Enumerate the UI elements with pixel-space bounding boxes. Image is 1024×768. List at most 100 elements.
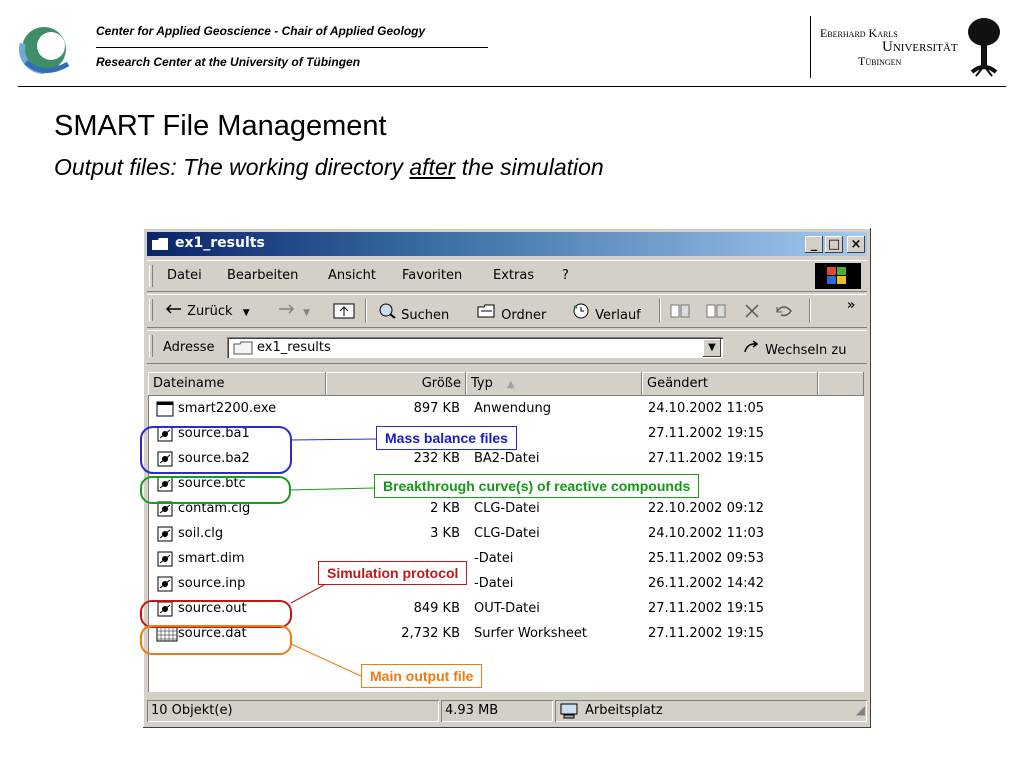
file-name: contam.clg: [178, 501, 251, 516]
toolbar-separator: [365, 299, 367, 323]
copy-to-icon: [706, 304, 726, 318]
column-header-name[interactable]: Dateiname: [148, 372, 326, 396]
file-name: soil.clg: [178, 526, 224, 541]
search-button[interactable]: Suchen: [377, 303, 449, 323]
file-name: source.dat: [178, 626, 247, 641]
file-row[interactable]: smart.dim -Datei 25.11.2002 09:53: [148, 547, 864, 572]
column-header-empty[interactable]: [818, 372, 864, 396]
grid-icon: [156, 626, 178, 642]
subtitle-emphasis: after: [409, 154, 456, 180]
delete-icon: [745, 304, 759, 318]
search-icon: [379, 303, 396, 319]
minimize-button[interactable]: _: [805, 236, 823, 253]
menu-extras[interactable]: Extras: [493, 268, 534, 283]
address-gripper[interactable]: [149, 335, 153, 357]
column-header-type-label: Typ: [471, 376, 493, 391]
history-icon: [573, 303, 589, 319]
file-list: Dateiname Größe Typ ▲ Geändert smart2200…: [148, 372, 864, 692]
file-size: 2,732 KB: [401, 626, 460, 641]
toolbar-overflow-button[interactable]: »: [847, 298, 855, 313]
folder-icon: [152, 238, 168, 250]
sort-ascending-icon: ▲: [507, 379, 515, 390]
menu-ansicht[interactable]: Ansicht: [328, 268, 376, 283]
doc-icon: [156, 526, 174, 542]
file-row[interactable]: source.ba2 232 KB BA2-Datei 27.11.2002 19:1…: [148, 447, 864, 472]
chevron-down-icon: ▼: [242, 308, 250, 318]
forward-button[interactable]: ▼: [277, 303, 310, 319]
copy-to-button[interactable]: [705, 303, 727, 323]
file-row[interactable]: smart2200.exe 897 KB Anwendung 24.10.2002 1…: [148, 397, 864, 422]
status-location: Arbeitsplatz: [585, 703, 663, 718]
institution-line-1: Center for Applied Geoscience - Chair of…: [96, 24, 426, 38]
resize-grip-icon[interactable]: ◢: [856, 703, 865, 717]
mass-balance-callout: Mass balance files: [376, 426, 517, 450]
doc-icon: [156, 551, 174, 567]
undo-button[interactable]: [773, 303, 795, 323]
folders-button[interactable]: Ordner: [477, 303, 546, 323]
chevron-down-icon: ▼: [303, 308, 311, 318]
file-modified: 26.11.2002 14:42: [648, 576, 765, 591]
file-name: source.inp: [178, 576, 246, 591]
go-label: Wechseln zu: [765, 343, 847, 358]
header-underline: [96, 47, 488, 48]
university-line-1: Eberhard Karls: [820, 26, 898, 40]
palm-tree-logo: [968, 18, 1000, 77]
file-type: -Datei: [474, 551, 514, 566]
go-button[interactable]: Wechseln zu: [743, 340, 846, 358]
file-row[interactable]: source.dat 2,732 KB Surfer Worksheet 27.11.…: [148, 622, 864, 647]
file-size: 2 KB: [430, 501, 460, 516]
back-arrow-icon: [165, 304, 181, 314]
file-modified: 27.11.2002 19:15: [648, 626, 765, 641]
address-input[interactable]: ex1_results: [227, 337, 723, 358]
institute-logo: [19, 24, 70, 74]
folders-icon: [477, 304, 495, 318]
chevron-down-icon: ▼: [708, 342, 716, 353]
delete-button[interactable]: [743, 303, 761, 323]
toolbar-separator: [659, 299, 661, 323]
toolbar-gripper[interactable]: [149, 299, 153, 321]
window-title: ex1_results: [175, 235, 265, 251]
menu-gripper[interactable]: [149, 265, 153, 287]
move-to-button[interactable]: [669, 303, 691, 323]
up-folder-button[interactable]: [333, 301, 355, 323]
address-dropdown-button[interactable]: ▼: [703, 339, 721, 357]
file-name: smart.dim: [178, 551, 245, 566]
back-label: Zurück: [187, 304, 233, 319]
file-modified: 27.11.2002 19:15: [648, 451, 765, 466]
doc-icon: [156, 451, 174, 467]
file-modified: 22.10.2002 09:12: [648, 501, 765, 516]
windows-flag-icon: [827, 267, 846, 284]
file-row[interactable]: contam.clg 2 KB CLG-Datei 22.10.2002 09:12: [148, 497, 864, 522]
file-modified: 27.11.2002 19:15: [648, 601, 765, 616]
search-label: Suchen: [401, 308, 450, 323]
file-type: CLG-Datei: [474, 526, 540, 541]
file-name: source.ba1: [178, 426, 250, 441]
file-size: 849 KB: [413, 601, 460, 616]
file-type: -Datei: [474, 576, 514, 591]
history-button[interactable]: Verlauf: [571, 303, 641, 323]
status-bar: 10 Objekt(e) 4.93 MB Arbeitsplatz ◢: [147, 698, 867, 724]
window-titlebar[interactable]: ex1_results _ □ ×: [147, 232, 867, 256]
toolbar-separator: [809, 299, 811, 323]
windows-logo: [815, 263, 861, 289]
back-button[interactable]: Zurück ▼: [163, 303, 250, 319]
menu-bar: Datei Bearbeiten Ansicht Favoriten Extra…: [147, 260, 867, 292]
file-row[interactable]: soil.clg 3 KB CLG-Datei 24.10.2002 11:03: [148, 522, 864, 547]
folders-label: Ordner: [501, 308, 547, 323]
file-row[interactable]: source.out 849 KB OUT-Datei 27.11.2002 19:1…: [148, 597, 864, 622]
slide-title: SMART File Management: [54, 110, 387, 142]
maximize-button[interactable]: □: [825, 236, 843, 253]
menu-datei[interactable]: Datei: [167, 268, 202, 283]
column-header-date[interactable]: Geändert: [642, 372, 818, 396]
file-modified: 24.10.2002 11:05: [648, 401, 765, 416]
menu-bearbeiten[interactable]: Bearbeiten: [227, 268, 298, 283]
doc-icon: [156, 501, 174, 517]
menu-favoriten[interactable]: Favoriten: [402, 268, 462, 283]
column-header-type[interactable]: Typ ▲: [466, 372, 642, 396]
file-name: smart2200.exe: [178, 401, 277, 416]
menu-help[interactable]: ?: [562, 268, 569, 283]
file-row[interactable]: source.inp -Datei 26.11.2002 14:42: [148, 572, 864, 597]
column-header-size[interactable]: Größe: [326, 372, 466, 396]
close-button[interactable]: ×: [847, 236, 865, 253]
exe-icon: [156, 401, 174, 417]
